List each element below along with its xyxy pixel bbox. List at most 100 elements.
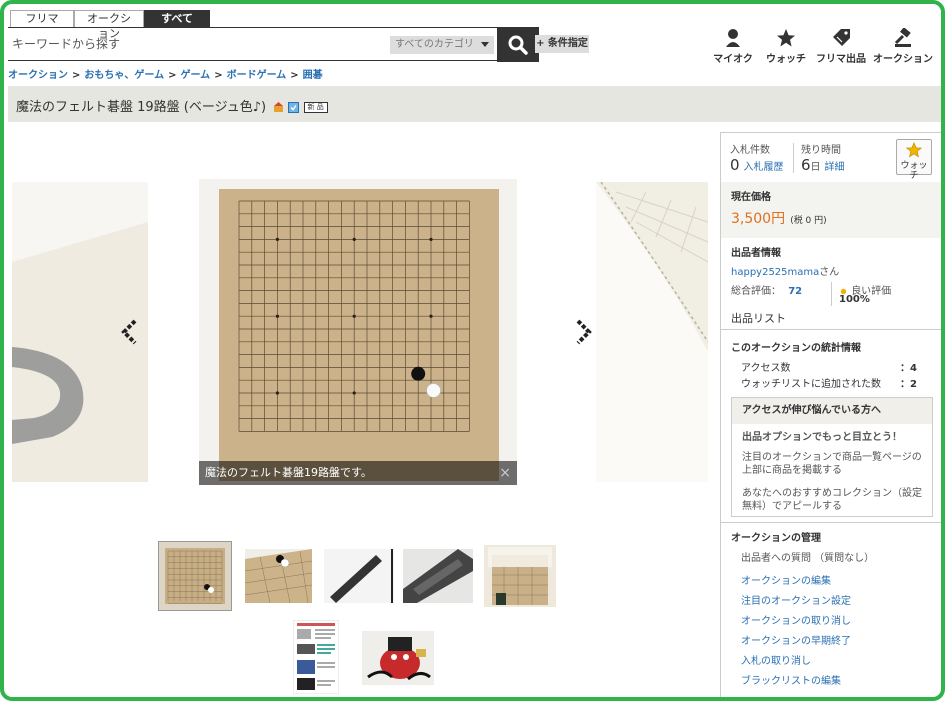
search-input[interactable] [8,28,386,60]
rating-value[interactable]: 72 [788,286,802,297]
flea-listing-label: フリマ出品 [816,54,866,65]
questions-note[interactable]: 出品者への質問 （質問なし） [741,549,874,564]
current-price-label: 現在価格 [731,192,771,203]
category-select[interactable]: すべてのカテゴリ [390,36,494,54]
breadcrumb-toys-games[interactable]: おもちゃ、ゲーム [84,70,164,81]
stat-row: ウォッチリストに追加された数 ：2 [741,375,931,390]
auction-listing-label: オークション [873,54,933,65]
flea-listing-link[interactable]: フリマ出品 [815,26,867,65]
breadcrumb-go[interactable]: 囲碁 [303,70,323,81]
thumbnail-image [362,631,434,685]
listing-list-link[interactable]: 出品リスト [731,310,786,326]
tab-all[interactable]: すべて [144,10,210,27]
seller-name-link[interactable]: happy2525mama [731,267,819,278]
breadcrumb-sep: > [168,70,177,81]
breadcrumb: オークション > おもちゃ、ゲーム > ゲーム > ボードゲーム > 囲碁 [8,66,323,81]
felt-go-board-photo [199,179,517,485]
caret-down-icon [481,42,489,47]
blacklist-edit-link[interactable]: ブラックリストの編集 [741,672,841,687]
black-stone [411,366,426,381]
watch-button-label: ウォッチ [900,161,928,181]
cancel-bid-link[interactable]: 入札の取り消し [741,652,811,667]
divider [721,522,941,523]
watch-list-link[interactable]: ウォッチ [763,26,809,65]
seller-suffix: さん [819,267,840,278]
tag-icon [833,29,850,46]
buyer-protection-icon [288,102,300,113]
time-left-value: 6 [801,156,811,174]
time-left-unit: 日 [810,162,821,173]
thumbnail-7[interactable] [362,631,434,685]
my-auction-link[interactable]: マイオク [709,26,757,65]
person-icon [726,29,740,47]
thumbnail-image [403,549,473,603]
prev-image-arrow-icon[interactable] [119,318,139,346]
caption-close-icon[interactable]: × [499,461,511,485]
price-box: 現在価格 3,500円 (税 0 円) [721,182,941,238]
thumbnail-4[interactable] [403,549,473,603]
thumbnail-3[interactable] [324,549,394,603]
stat-label: アクセス数 [741,363,791,374]
breadcrumb-sep: > [214,70,223,81]
breadcrumb-game[interactable]: ゲーム [180,70,210,81]
thumbnail-image [245,549,312,603]
next-image-preview[interactable] [596,182,708,482]
product-photo [596,182,708,482]
stat-label: ウォッチリストに追加された数 [741,379,881,390]
star-icon [777,29,795,47]
main-product-image[interactable]: 魔法のフェルト碁盤19路盤です。 × [199,179,517,485]
breadcrumb-board-game[interactable]: ボードゲーム [227,70,287,81]
gavel-icon [894,28,911,47]
bids-count: 0 [730,156,740,174]
watch-button[interactable]: ウォッチ [896,139,932,181]
thumbnail-image [159,542,231,610]
stats-heading: このオークションの統計情報 [731,343,861,354]
promo-item-featured[interactable]: 注目のオークションで商品一覧ページの上部に商品を掲載する [742,451,928,477]
thumbnail-2[interactable] [245,549,312,603]
price-tax: (税 0 円) [790,216,827,226]
thumbnail-1[interactable] [158,541,232,611]
condition-button[interactable]: + 条件指定 [535,35,589,53]
bid-history-link[interactable]: 入札履歴 [744,162,784,173]
thumbnail-5[interactable] [484,545,556,607]
thumbnail-6[interactable] [293,620,339,694]
featured-setting-link[interactable]: 注目のオークション設定 [741,592,851,607]
thumbnail-image [324,549,394,603]
sidebar: 入札件数 0 入札履歴 残り時間 6日 詳細 ウォッチ 現在価格 3,500円 (税… [720,132,941,697]
rating-label: 総合評価： [731,286,781,297]
tab-flea-market[interactable]: フリマ [10,10,74,27]
breadcrumb-sep: > [290,70,299,81]
white-stone [426,383,441,398]
next-image-arrow-icon[interactable] [574,318,594,346]
time-left-label: 残り時間 [801,145,841,156]
item-title-bar: 魔法のフェルト碁盤 19路盤 (ベージュ色♪) 新 品 [8,86,941,122]
seller-heading: 出品者情報 [731,248,781,259]
tab-auction[interactable]: オークション [74,10,144,40]
end-early-link[interactable]: オークションの早期終了 [741,632,851,647]
star-icon [905,141,923,158]
item-title: 魔法のフェルト碁盤 19路盤 (ベージュ色♪) [16,100,267,115]
cancel-auction-link[interactable]: オークションの取り消し [741,612,851,627]
search-icon [508,35,528,55]
search-scope-tabs: フリマ オークション すべて [10,10,210,40]
search-button[interactable] [497,27,539,62]
good-rating-value[interactable]: 100% [839,294,870,305]
edit-auction-link[interactable]: オークションの編集 [741,572,831,587]
promo-item-collection[interactable]: あなたへのおすすめコレクション（設定無料）でアピールする [742,487,928,513]
current-price: 3,500円 [731,211,786,227]
time-detail-link[interactable]: 詳細 [825,162,845,173]
category-select-label: すべてのカテゴリ [395,39,474,50]
stat-value: ：4 [900,363,917,374]
auction-listing-link[interactable]: オークション [873,26,933,65]
image-caption-text: 魔法のフェルト碁盤19路盤です。 [205,466,372,479]
stat-value: ：2 [900,379,917,390]
bid-summary: 入札件数 0 入札履歴 残り時間 6日 詳細 ウォッチ [721,132,941,182]
new-item-badge: 新 品 [303,102,328,113]
header-nav: マイオク ウォッチ フリマ出品 オークション [703,26,933,65]
promo-heading: アクセスが伸び悩んでいる方へ [732,398,932,424]
divider [831,282,832,306]
thumbnail-image [293,620,339,694]
promo-title-link[interactable]: 出品オプションでもっと目立とう！ [742,431,928,444]
image-caption: 魔法のフェルト碁盤19路盤です。 × [199,461,517,485]
breadcrumb-auction[interactable]: オークション [8,70,68,81]
